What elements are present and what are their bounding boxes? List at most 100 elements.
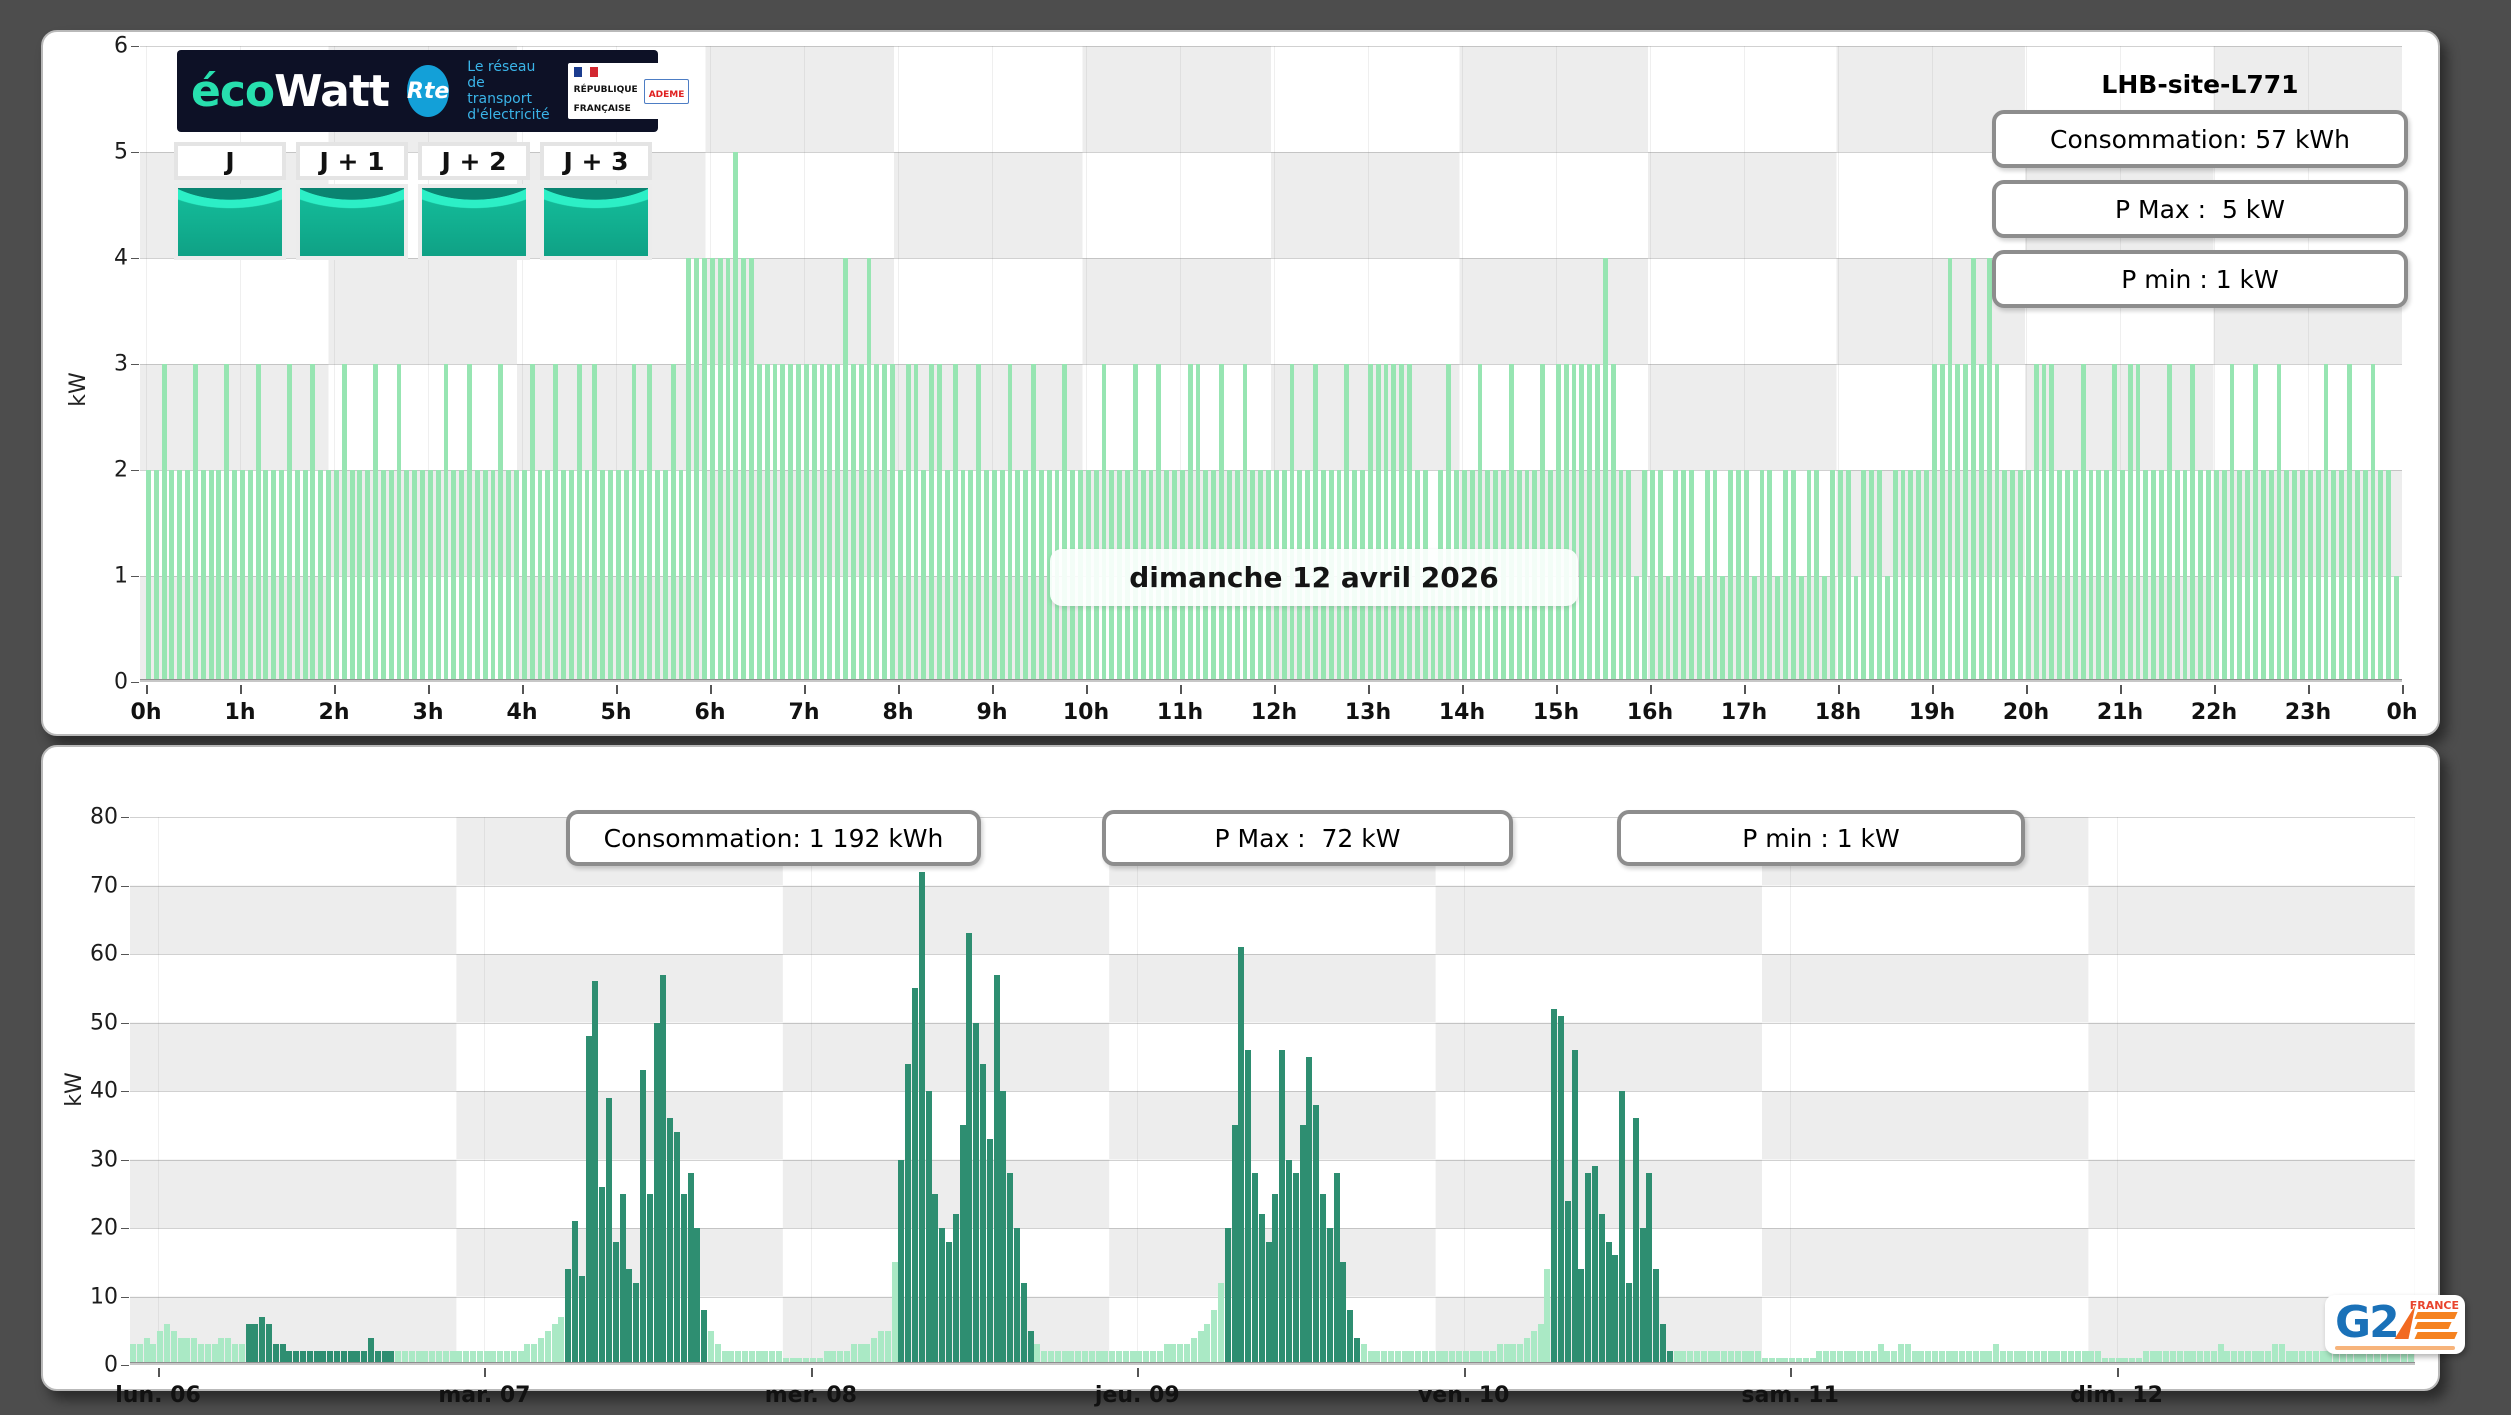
x-tick-label-0: lun. 06 [115,1383,201,1408]
bar [1892,470,1898,682]
bar [764,364,770,682]
y-tick-mark [121,1228,129,1229]
bar [404,470,410,682]
bar [1653,1269,1660,1365]
bar [245,1323,252,1365]
bar [708,1330,714,1365]
y-tick-mark [131,470,139,471]
bar [576,364,582,682]
bar [146,470,151,682]
bar [1320,1193,1326,1365]
bar [946,1241,952,1365]
x-tick-label-23: 23h [2284,700,2332,725]
forecast-tile-label: J [174,142,286,180]
ecowatt-signal-icon [296,184,408,260]
bar [365,470,371,682]
bar [2284,470,2290,682]
rte-logo-icon: Rte [406,65,450,117]
x-tick-mark [1838,685,1840,694]
x-tick-mark [2308,685,2310,694]
bar [968,470,974,682]
bar [333,470,339,682]
gridline-x-5 [1790,817,1792,1365]
x-tick-label-24: 0h [2386,700,2418,725]
y-tick-label-6: 6 [114,33,128,59]
bar [529,364,535,682]
x-tick-mark [2214,685,2216,694]
x-tick-label-22: 22h [2190,700,2238,725]
bar [2065,470,2070,682]
x-tick-label-19: 19h [1908,700,1956,725]
bar [898,1159,905,1365]
bar [2151,470,2157,682]
bar [558,1317,565,1365]
bar [1947,258,1953,682]
y-tick-mark [121,1022,129,1024]
bar [1689,470,1694,682]
ademe-logo: ADEME [643,78,690,104]
y-tick-mark [131,258,139,259]
bar [1837,470,1843,682]
y-tick-mark [121,885,129,887]
bar [1986,258,1992,682]
bar [1585,1173,1592,1365]
x-tick-label-20: 20h [2002,700,2050,725]
bar [973,1022,980,1365]
x-tick-label-12: 12h [1250,700,1298,725]
bar [1971,258,1976,682]
bar [1279,1049,1286,1365]
bar [537,470,543,682]
bar [1530,1330,1537,1365]
bar [905,1063,912,1365]
y-tick-label-5: 5 [114,139,128,165]
bar [1646,1173,1653,1365]
y-tick-label-50: 50 [90,1010,118,1035]
x-tick-mark [1463,1368,1466,1377]
x-tick-label-13: 13h [1344,700,1392,725]
bar [1612,1255,1619,1365]
bar [164,1323,170,1365]
bar [259,1317,266,1365]
bar [2174,470,2180,682]
bar [2378,470,2384,682]
gridline-y-30 [130,1159,2415,1161]
bar [674,1132,680,1365]
x-tick-mark [1274,685,1276,694]
bar [2127,364,2133,682]
bar [266,1323,272,1365]
y-tick-label-60: 60 [90,941,118,967]
bar [1660,1323,1666,1365]
bar [1558,1015,1564,1365]
bar [1632,1118,1639,1365]
stat-box-2: P min : 1 kW [1617,810,2025,866]
x-tick-mark [1137,1368,1140,1377]
gridline-y-3 [140,364,2402,365]
bar [897,470,903,682]
g2e-e-icon [2414,1312,2458,1339]
bar [687,1173,694,1365]
bar [1814,470,1820,682]
bar [2307,470,2313,682]
x-tick-label-21: 21h [2096,700,2144,725]
bar [717,258,723,682]
gridline-x-3 [1137,817,1139,1365]
forecast-tile-3: J + 3 [540,142,652,260]
bar [1340,1262,1347,1365]
bar [184,1337,191,1365]
bar [686,258,692,682]
bar [1578,1269,1585,1365]
bar [913,364,919,682]
y-tick-mark [121,1159,129,1161]
bar [1219,364,1224,682]
bar [1313,1104,1320,1365]
bar [568,470,574,682]
bar [1743,470,1749,682]
bar [1383,364,1389,682]
bar [1639,1228,1646,1365]
bar [584,470,590,682]
bar [2268,470,2274,682]
x-tick-mark [240,685,242,694]
bar [1231,1125,1238,1365]
bar [1211,1310,1218,1365]
bar [263,470,269,682]
